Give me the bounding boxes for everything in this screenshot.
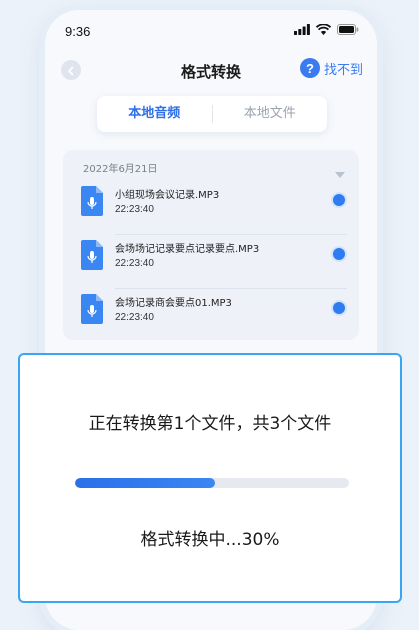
file-list-card: 2022年6月21日 小组现场会议记录.MP3 22:23:40 会场场记记录要… bbox=[63, 150, 359, 340]
file-time: 22:23:40 bbox=[115, 312, 154, 323]
audio-file-icon bbox=[81, 186, 103, 220]
file-name: 会场记录商会要点01.MP3 bbox=[115, 298, 232, 309]
tab-local-files[interactable]: 本地文件 bbox=[213, 96, 328, 132]
file-row[interactable]: 会场场记记录要点记录要点.MP3 22:23:40 bbox=[63, 236, 359, 290]
file-time: 22:23:40 bbox=[115, 258, 154, 269]
file-row[interactable]: 会场记录商会要点01.MP3 22:23:40 bbox=[63, 290, 359, 344]
wifi-icon bbox=[316, 24, 331, 35]
file-name: 小组现场会议记录.MP3 bbox=[115, 190, 220, 201]
file-row[interactable]: 小组现场会议记录.MP3 22:23:40 bbox=[63, 182, 359, 236]
status-icons bbox=[294, 24, 359, 35]
tab-bar: 本地音频 本地文件 bbox=[97, 96, 327, 132]
tab-local-audio[interactable]: 本地音频 bbox=[97, 96, 212, 132]
audio-file-icon bbox=[81, 294, 103, 328]
selected-radio[interactable] bbox=[333, 194, 345, 206]
battery-icon bbox=[337, 24, 359, 35]
nav-bar: 格式转换 ? 找不到 bbox=[45, 54, 377, 90]
status-time: 9:36 bbox=[65, 24, 91, 39]
dialog-message: 正在转换第1个文件，共3个文件 bbox=[88, 414, 332, 434]
signal-icon bbox=[294, 24, 310, 35]
help-label: 找不到 bbox=[323, 62, 363, 78]
file-name: 会场场记记录要点记录要点.MP3 bbox=[115, 244, 260, 255]
help-icon: ? bbox=[299, 58, 320, 78]
status-bar: 9:36 bbox=[45, 10, 377, 50]
progress-label: 格式转换中...30% bbox=[140, 530, 280, 550]
row-divider bbox=[115, 288, 347, 289]
help-button[interactable]: ? 找不到 bbox=[299, 58, 363, 78]
file-time: 22:23:40 bbox=[115, 204, 154, 215]
progress-fill bbox=[75, 478, 215, 488]
row-divider bbox=[115, 234, 347, 235]
selected-radio[interactable] bbox=[333, 302, 345, 314]
audio-file-icon bbox=[81, 240, 103, 274]
date-header: 2022年6月21日 bbox=[83, 164, 158, 175]
collapse-triangle-icon[interactable] bbox=[335, 163, 345, 182]
conversion-progress-dialog: 正在转换第1个文件，共3个文件 格式转换中...30% bbox=[18, 353, 402, 603]
progress-bar bbox=[75, 478, 349, 488]
selected-radio[interactable] bbox=[333, 248, 345, 260]
